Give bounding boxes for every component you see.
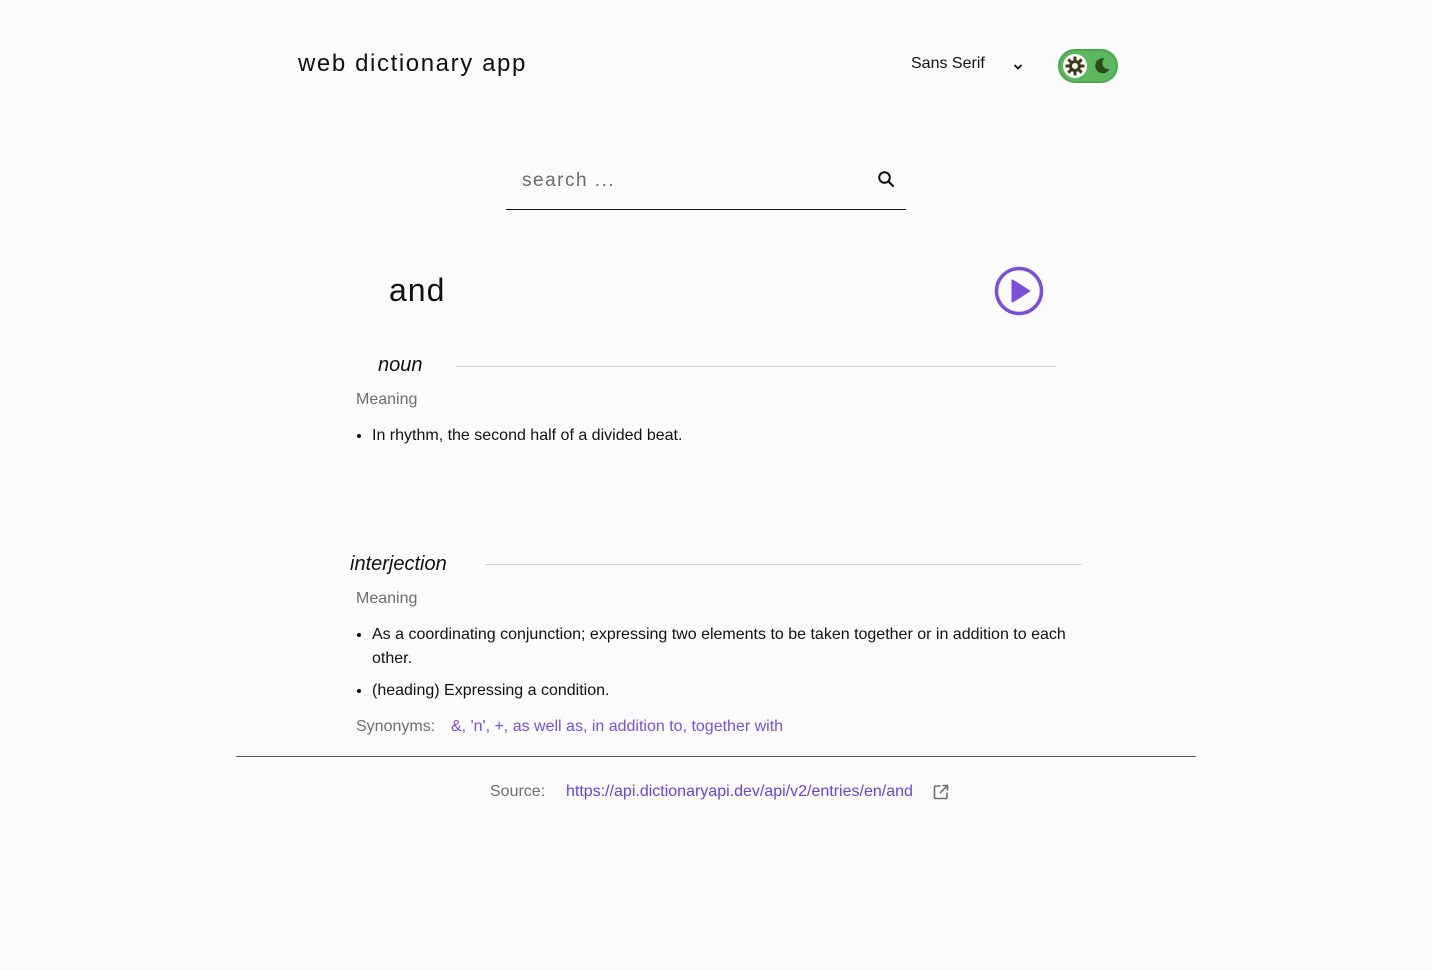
definition-item: (heading) Expressing a condition. <box>372 679 1086 703</box>
part-of-speech: interjection <box>350 553 447 575</box>
theme-toggle[interactable] <box>1058 49 1118 83</box>
external-link-icon[interactable] <box>932 783 950 806</box>
definition-item: As a coordinating conjunction; expressin… <box>372 623 1086 671</box>
part-of-speech: noun <box>378 354 423 376</box>
search-input[interactable] <box>520 166 864 196</box>
chevron-down-icon <box>1012 60 1024 78</box>
meaning-label: Meaning <box>356 391 418 408</box>
app-title: web dictionary app <box>298 50 527 77</box>
font-select-value: Sans Serif <box>911 55 985 72</box>
source-link[interactable]: https://api.dictionaryapi.dev/api/v2/ent… <box>566 783 913 801</box>
synonyms-list[interactable]: &, 'n', +, as well as, in addition to, t… <box>451 718 783 736</box>
meaning-label: Meaning <box>356 590 418 607</box>
source-label: Source: <box>490 783 546 800</box>
play-icon <box>994 266 1044 316</box>
sun-gear-icon <box>1063 54 1087 78</box>
search-icon[interactable] <box>877 170 895 193</box>
definition-item: In rhythm, the second half of a divided … <box>372 424 1084 448</box>
synonyms-label: Synonyms: <box>356 718 436 735</box>
word-title: and <box>389 272 446 308</box>
moon-icon <box>1093 57 1111 80</box>
page: web dictionary app Sans Serif search ...… <box>0 0 1432 970</box>
play-audio-button[interactable] <box>993 265 1045 317</box>
divider <box>456 366 1056 367</box>
definition-list: As a coordinating conjunction; expressin… <box>356 623 1086 711</box>
divider <box>485 564 1082 565</box>
search-bar <box>506 158 906 210</box>
definition-list: In rhythm, the second half of a divided … <box>356 424 1084 456</box>
font-family-select[interactable]: Sans Serif <box>911 55 1022 73</box>
footer-divider <box>236 756 1196 757</box>
